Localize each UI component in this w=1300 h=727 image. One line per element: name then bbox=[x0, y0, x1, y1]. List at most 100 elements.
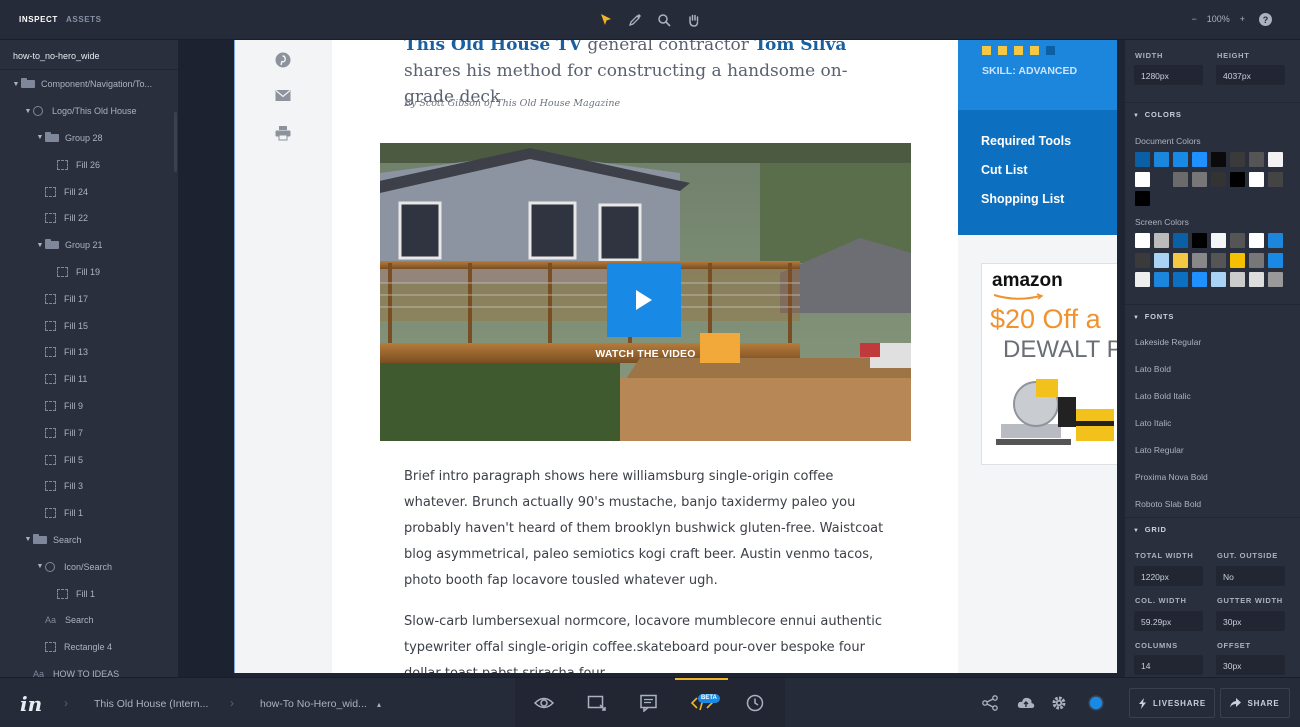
layer-item[interactable]: Fill 17 bbox=[0, 285, 174, 312]
color-swatch[interactable] bbox=[1230, 171, 1245, 187]
columns-value[interactable]: 14 bbox=[1134, 655, 1203, 675]
font-item[interactable]: Roboto Slab Bold bbox=[1135, 499, 1201, 509]
font-item[interactable]: Lato Italic bbox=[1135, 418, 1171, 428]
color-swatch[interactable] bbox=[1135, 191, 1150, 206]
gut-outside-value[interactable]: No bbox=[1216, 566, 1285, 586]
color-swatch[interactable] bbox=[1211, 233, 1226, 248]
required-tools-link[interactable]: Required Tools bbox=[981, 134, 1071, 148]
color-swatch[interactable] bbox=[1192, 171, 1207, 187]
layer-item[interactable]: Aa Search bbox=[0, 607, 174, 634]
share-nodes-icon[interactable] bbox=[982, 695, 998, 711]
caret-down-icon[interactable]: ▼ bbox=[23, 536, 33, 543]
total-width-value[interactable]: 1220px bbox=[1134, 566, 1203, 586]
color-swatch[interactable] bbox=[1268, 152, 1283, 167]
color-swatch[interactable] bbox=[1154, 152, 1169, 167]
layer-item[interactable]: Fill 22 bbox=[0, 205, 174, 232]
layer-item[interactable]: Rectangle 4 bbox=[0, 634, 174, 661]
color-swatch[interactable] bbox=[1268, 272, 1283, 287]
height-value[interactable]: 4037px bbox=[1216, 65, 1285, 85]
hand-tool-icon[interactable] bbox=[686, 12, 702, 28]
breadcrumb-screen[interactable]: how-To No-Hero_wid... bbox=[260, 698, 367, 710]
user-avatar[interactable] bbox=[1088, 695, 1104, 711]
pinterest-icon[interactable] bbox=[275, 52, 291, 68]
color-swatch[interactable] bbox=[1135, 171, 1150, 187]
color-swatch[interactable] bbox=[1192, 252, 1207, 268]
color-swatch[interactable] bbox=[1211, 272, 1226, 287]
color-swatch[interactable] bbox=[1211, 171, 1226, 187]
color-swatch[interactable] bbox=[1230, 252, 1245, 268]
layer-item[interactable]: Fill 15 bbox=[0, 312, 174, 339]
color-swatch[interactable] bbox=[1173, 152, 1188, 167]
color-swatch[interactable] bbox=[1230, 152, 1245, 167]
color-swatch[interactable] bbox=[1173, 272, 1188, 287]
layer-item[interactable]: Fill 19 bbox=[0, 259, 174, 286]
layer-item[interactable]: Fill 3 bbox=[0, 473, 174, 500]
cut-list-link[interactable]: Cut List bbox=[981, 163, 1028, 177]
color-swatch[interactable] bbox=[1135, 233, 1150, 248]
color-swatch[interactable] bbox=[1154, 171, 1169, 187]
history-clock-icon[interactable] bbox=[745, 694, 765, 712]
color-swatch[interactable] bbox=[1192, 272, 1207, 287]
breadcrumb-project[interactable]: This Old House (Intern... bbox=[94, 698, 208, 710]
layer-item[interactable]: Fill 9 bbox=[0, 393, 174, 420]
design-canvas[interactable]: This Old House TV general contractor Tom… bbox=[234, 40, 1117, 673]
layer-item[interactable]: Fill 1 bbox=[0, 580, 174, 607]
caret-down-icon[interactable]: ▼ bbox=[35, 563, 45, 570]
color-swatch[interactable] bbox=[1249, 252, 1264, 268]
color-swatch[interactable] bbox=[1173, 252, 1188, 268]
color-swatch[interactable] bbox=[1211, 152, 1226, 167]
layer-item[interactable]: ▼ Logo/This Old House bbox=[0, 98, 174, 125]
layer-item[interactable]: Fill 13 bbox=[0, 339, 174, 366]
build-mode-icon[interactable] bbox=[587, 694, 607, 712]
font-item[interactable]: Lato Bold Italic bbox=[1135, 391, 1191, 401]
layer-item[interactable]: ▼ Icon/Search bbox=[0, 553, 174, 580]
color-swatch[interactable] bbox=[1192, 152, 1207, 167]
caret-down-icon[interactable]: ▼ bbox=[35, 134, 45, 141]
layer-item[interactable]: Fill 7 bbox=[0, 419, 174, 446]
tab-inspect[interactable]: INSPECT bbox=[19, 15, 58, 24]
color-swatch[interactable] bbox=[1249, 152, 1264, 167]
fonts-section-header[interactable]: ▼ FONTS bbox=[1125, 304, 1300, 326]
pointer-tool-icon[interactable] bbox=[598, 12, 614, 28]
zoom-in-button[interactable]: + bbox=[1240, 14, 1245, 24]
color-swatch[interactable] bbox=[1230, 272, 1245, 287]
layer-item[interactable]: Fill 1 bbox=[0, 500, 174, 527]
eyedropper-tool-icon[interactable] bbox=[627, 12, 643, 28]
layer-item[interactable]: ▼ Component/Navigation/To... bbox=[0, 71, 174, 98]
tab-assets[interactable]: ASSETS bbox=[66, 15, 102, 24]
color-swatch[interactable] bbox=[1268, 233, 1283, 248]
width-value[interactable]: 1280px bbox=[1134, 65, 1203, 85]
amazon-ad[interactable]: amazon $20 Off a DEWALT P bbox=[981, 263, 1117, 465]
color-swatch[interactable] bbox=[1173, 171, 1188, 187]
layers-scrollbar[interactable] bbox=[174, 112, 177, 172]
layer-item[interactable]: ▼ Group 28 bbox=[0, 125, 174, 152]
color-swatch[interactable] bbox=[1268, 252, 1283, 268]
colors-section-header[interactable]: ▼ COLORS bbox=[1125, 102, 1300, 124]
layer-item[interactable]: ▼ Group 21 bbox=[0, 232, 174, 259]
cloud-upload-icon[interactable] bbox=[1017, 695, 1035, 711]
font-item[interactable]: Lato Bold bbox=[1135, 364, 1171, 374]
help-icon[interactable]: ? bbox=[1259, 13, 1272, 26]
layer-item[interactable]: Fill 5 bbox=[0, 446, 174, 473]
color-swatch[interactable] bbox=[1268, 171, 1283, 187]
layer-item[interactable]: ▼ Search bbox=[0, 527, 174, 554]
col-width-value[interactable]: 59.29px bbox=[1134, 611, 1203, 631]
color-swatch[interactable] bbox=[1135, 252, 1150, 268]
invision-logo[interactable]: in bbox=[20, 692, 42, 716]
caret-down-icon[interactable]: ▼ bbox=[35, 242, 45, 249]
color-swatch[interactable] bbox=[1211, 252, 1226, 268]
color-swatch[interactable] bbox=[1249, 272, 1264, 287]
color-swatch[interactable] bbox=[1135, 272, 1150, 287]
color-swatch[interactable] bbox=[1230, 233, 1245, 248]
watch-video-label[interactable]: WATCH THE VIDEO bbox=[380, 348, 911, 360]
email-icon[interactable] bbox=[275, 89, 291, 105]
zoom-out-button[interactable]: − bbox=[1191, 14, 1196, 24]
color-swatch[interactable] bbox=[1249, 233, 1264, 248]
color-swatch[interactable] bbox=[1173, 233, 1188, 248]
video-player[interactable]: WATCH THE VIDEO bbox=[380, 143, 911, 441]
settings-gear-icon[interactable] bbox=[1051, 695, 1067, 711]
headline-person-link[interactable]: Tom Silva bbox=[754, 40, 846, 55]
grid-section-header[interactable]: ▼ GRID bbox=[1125, 517, 1300, 539]
search-tool-icon[interactable] bbox=[656, 12, 672, 28]
gutter-width-value[interactable]: 30px bbox=[1216, 611, 1285, 631]
